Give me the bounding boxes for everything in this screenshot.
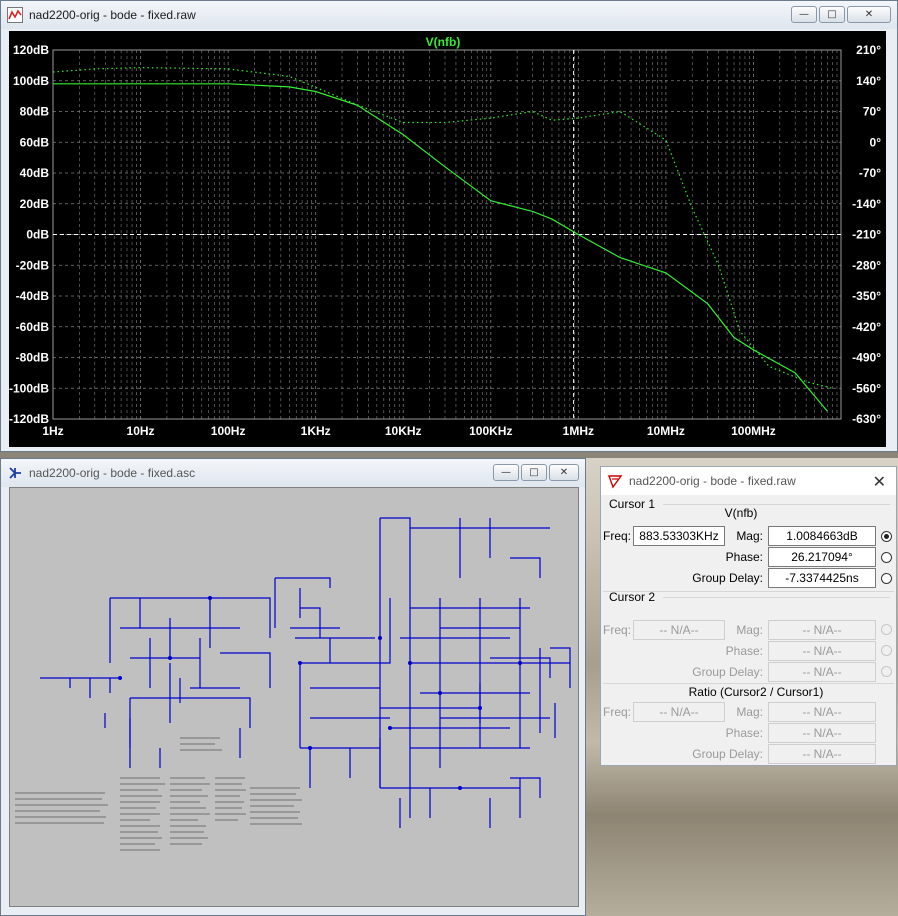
y-tick-label-phase: 140° [856, 74, 881, 88]
trace-label[interactable]: V(nfb) [426, 35, 461, 49]
ratio-group-delay-field[interactable]: -- N/A-- [768, 744, 876, 764]
y-tick-label-db: -80dB [16, 351, 50, 365]
y-tick-label-phase: 70° [863, 105, 881, 119]
cursor1-group-delay-field[interactable]: -7.3374425ns [768, 568, 876, 588]
plot-titlebar[interactable]: nad2200-orig - bode - fixed.raw — □ ✕ [1, 1, 897, 29]
waveform-viewer-window[interactable]: nad2200-orig - bode - fixed.raw — □ ✕ 1H… [0, 0, 898, 452]
cursor2-phase-field[interactable]: -- N/A-- [768, 641, 876, 661]
cursor1-heading: Cursor 1 [609, 497, 656, 511]
ratio-freq-field[interactable]: -- N/A-- [633, 702, 725, 722]
waveform-app-icon [7, 7, 23, 23]
x-tick-label: 100Hz [211, 424, 246, 438]
bode-plot-area[interactable]: 1Hz 10Hz 100Hz 1KHz 10KHz 100KHz 1MHz 10MHz 100M… [9, 31, 886, 447]
maximize-button[interactable]: □ [521, 464, 547, 481]
schematic-app-icon [9, 467, 21, 479]
phase-radio[interactable] [881, 645, 892, 656]
freq-label: Freq: [603, 623, 632, 637]
freq-label: Freq: [603, 705, 632, 719]
phase-trace[interactable] [52, 66, 833, 389]
y-tick-label-phase: -350° [852, 289, 881, 303]
section-divider [663, 504, 890, 505]
x-tick-label: 100KHz [469, 424, 512, 438]
y-tick-label-phase: -420° [852, 320, 881, 334]
y-tick-label-db: -120dB [9, 412, 49, 426]
cursor-window-title: nad2200-orig - bode - fixed.raw [629, 474, 796, 488]
y-tick-label-phase: -490° [852, 351, 881, 365]
phase-radio[interactable] [881, 552, 892, 563]
bode-plot-svg[interactable]: 1Hz 10Hz 100Hz 1KHz 10KHz 100KHz 1MHz 10MHz 100M… [9, 31, 886, 447]
ltspice-app-icon [608, 475, 623, 489]
y-tick-label-phase: 0° [870, 135, 882, 149]
group-delay-label: Group Delay: [692, 747, 763, 761]
y-tick-label-db: 20dB [20, 197, 50, 211]
cursor-dialog[interactable]: nad2200-orig - bode - fixed.raw ✕ Cursor… [600, 466, 897, 766]
mag-radio[interactable] [881, 624, 892, 635]
cursor-titlebar[interactable]: nad2200-orig - bode - fixed.raw ✕ [601, 467, 896, 495]
mag-label: Mag: [736, 623, 763, 637]
y-tick-label-phase: -140° [852, 197, 881, 211]
x-tick-label: 10MHz [647, 424, 685, 438]
y-tick-label-db: 0dB [26, 228, 49, 242]
maximize-button[interactable]: □ [819, 6, 845, 23]
schematic-window-title: nad2200-orig - bode - fixed.asc [29, 466, 196, 480]
phase-label: Phase: [725, 550, 763, 564]
schematic-window[interactable]: nad2200-orig - bode - fixed.asc — □ ✕ [0, 458, 586, 916]
x-tick-label: 1MHz [563, 424, 594, 438]
y-tick-label-phase: -560° [852, 381, 881, 395]
y-tick-label-phase: -70° [859, 166, 881, 180]
cursor1-trace-name: V(nfb) [724, 506, 758, 520]
ratio-phase-field[interactable]: -- N/A-- [768, 723, 876, 743]
y-tick-label-db: -40dB [16, 289, 50, 303]
y-tick-label-phase: 210° [856, 43, 881, 57]
mag-label: Mag: [736, 705, 763, 719]
schematic-canvas[interactable] [9, 487, 579, 907]
x-tick-label: 10KHz [385, 424, 422, 438]
freq-label: Freq: [603, 529, 632, 543]
y-tick-label-db: 100dB [13, 74, 49, 88]
y-tick-label-db: -60dB [16, 320, 50, 334]
ratio-mag-field[interactable]: -- N/A-- [768, 702, 876, 722]
close-button[interactable]: ✕ [847, 6, 891, 23]
x-tick-label: 10Hz [127, 424, 155, 438]
group-delay-radio[interactable] [881, 666, 892, 677]
cursor1-phase-field[interactable]: 26.217094° [768, 547, 876, 567]
close-button[interactable]: ✕ [549, 464, 579, 481]
cursor2-mag-field[interactable]: -- N/A-- [768, 620, 876, 640]
cursor1-freq-field[interactable]: 883.53303KHz [633, 526, 725, 546]
y-tick-label-phase: -280° [852, 258, 881, 272]
group-delay-label: Group Delay: [692, 571, 763, 585]
y-tick-label-db: -100dB [9, 381, 49, 395]
minimize-button[interactable]: — [791, 6, 817, 23]
cursor2-group-delay-field[interactable]: -- N/A-- [768, 662, 876, 682]
mag-radio[interactable] [881, 531, 892, 542]
cursor1-mag-field[interactable]: 1.0084663dB [768, 526, 876, 546]
schematic-titlebar[interactable]: nad2200-orig - bode - fixed.asc — □ ✕ [1, 459, 585, 487]
y-tick-label-db: 120dB [13, 43, 49, 57]
group-delay-label: Group Delay: [692, 665, 763, 679]
cursor2-freq-field[interactable]: -- N/A-- [633, 620, 725, 640]
section-divider [603, 683, 894, 684]
circuit-schematic [15, 517, 571, 851]
group-delay-radio[interactable] [881, 573, 892, 584]
y-tick-label-db: -20dB [16, 258, 50, 272]
cursor2-heading: Cursor 2 [609, 590, 656, 604]
phase-label: Phase: [725, 726, 763, 740]
section-divider [663, 597, 890, 598]
minimize-button[interactable]: — [493, 464, 519, 481]
phase-label: Phase: [725, 644, 763, 658]
y-tick-label-db: 40dB [20, 166, 50, 180]
magnitude-trace[interactable] [53, 83, 828, 412]
mag-label: Mag: [736, 529, 763, 543]
y-tick-label-db: 80dB [20, 105, 50, 119]
x-tick-label: 1KHz [301, 424, 331, 438]
x-tick-label: 100MHz [731, 424, 776, 438]
plot-window-title: nad2200-orig - bode - fixed.raw [29, 8, 196, 22]
y-tick-label-db: 60dB [20, 135, 50, 149]
ratio-heading: Ratio (Cursor2 / Cursor1) [688, 685, 824, 699]
close-icon[interactable]: ✕ [873, 472, 886, 491]
y-tick-label-phase: -210° [852, 228, 881, 242]
y-tick-label-phase: -630° [852, 412, 881, 426]
x-tick-label: 1Hz [42, 424, 63, 438]
